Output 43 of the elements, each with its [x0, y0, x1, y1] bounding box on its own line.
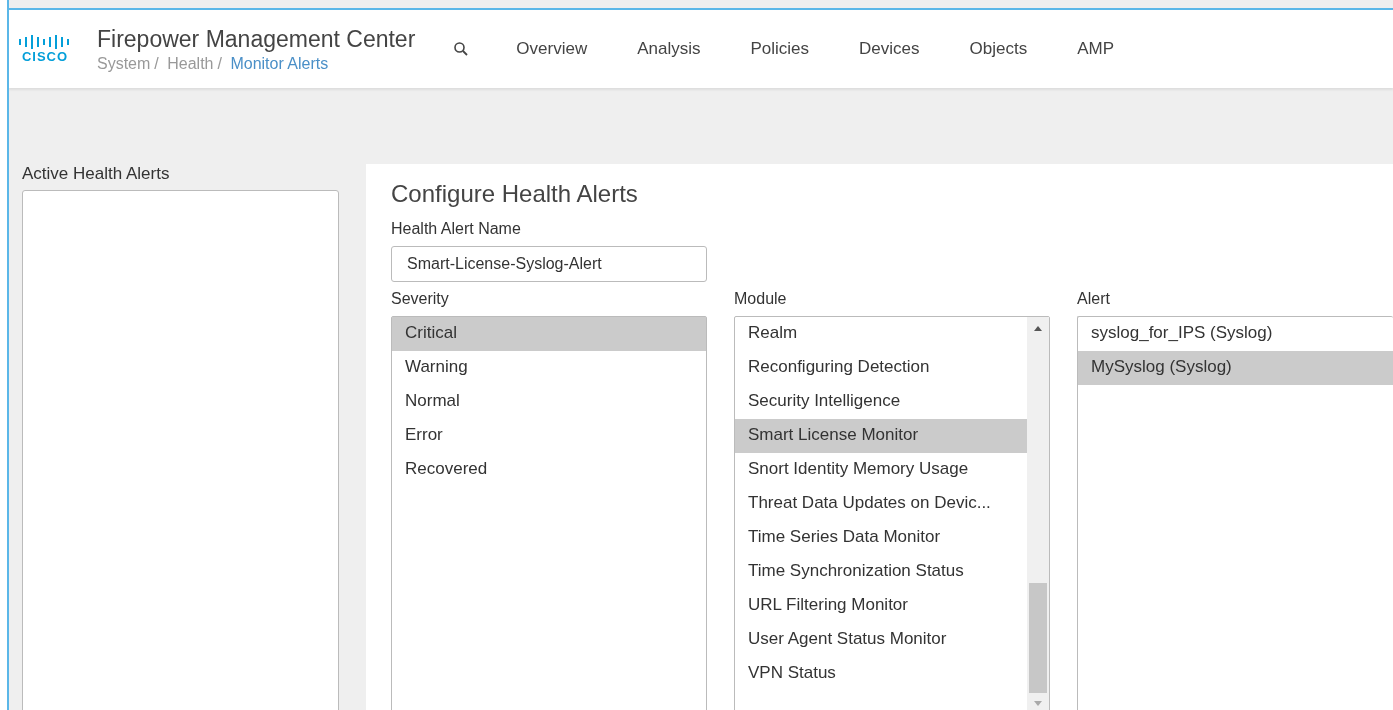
list-option[interactable]: Realm — [735, 317, 1027, 351]
list-option[interactable]: Threat Data Updates on Devic... — [735, 487, 1027, 521]
nav-tab[interactable]: Analysis — [612, 39, 726, 59]
list-option[interactable]: Snort Identity Memory Usage — [735, 453, 1027, 487]
alert-listbox[interactable]: syslog_for_IPS (Syslog) MySyslog (Syslog) — [1077, 316, 1393, 710]
up-arrow-icon[interactable] — [1033, 325, 1043, 331]
nav-tab[interactable]: Policies — [725, 39, 835, 59]
app-title: Firepower Management Center — [97, 25, 416, 53]
list-option[interactable]: Security Intelligence — [735, 385, 1027, 419]
breadcrumb-link[interactable]: Monitor Alerts — [230, 54, 329, 72]
nav-tab[interactable]: AMP — [1052, 39, 1140, 59]
breadcrumb-separator: / — [154, 54, 159, 72]
list-option[interactable]: Time Synchronization Status — [735, 555, 1027, 589]
list-option[interactable]: MySyslog (Syslog) — [1078, 351, 1393, 385]
list-option[interactable]: Time Series Data Monitor — [735, 521, 1027, 555]
scrollbar-thumb[interactable] — [1029, 583, 1047, 693]
panel-title: Active Health Alerts — [22, 164, 171, 185]
field-label: Health Alert Name — [391, 220, 522, 238]
list-option[interactable]: User Agent Status Monitor — [735, 623, 1027, 657]
panel-title: Configure Health Alerts — [391, 180, 639, 208]
severity-listbox[interactable]: Critical Warning Normal Error Recovered — [391, 316, 707, 710]
list-option[interactable]: Recovered — [392, 453, 706, 487]
nav-tab[interactable]: Overview — [491, 39, 613, 59]
field-label: Alert — [1077, 290, 1111, 308]
scrollbar[interactable] — [1027, 317, 1049, 710]
nav-tab[interactable]: Objects — [944, 39, 1053, 59]
module-listbox[interactable] — [734, 316, 1050, 710]
search-icon[interactable] — [453, 41, 470, 57]
list-option[interactable]: syslog_for_IPS (Syslog) — [1078, 317, 1393, 351]
name-input-field[interactable]: Smart-License-Syslog-Alert — [391, 246, 707, 282]
logo-text: CISCO — [21, 48, 69, 64]
list-option[interactable]: Reconfiguring Detection — [735, 351, 1027, 385]
field-label: Module — [734, 290, 788, 308]
list-option[interactable]: Warning — [392, 351, 706, 385]
list-option[interactable]: Critical — [392, 317, 706, 351]
list-option[interactable]: URL Filtering Monitor — [735, 589, 1027, 623]
breadcrumb-separator: / — [217, 54, 222, 72]
field-label: Severity — [391, 290, 450, 308]
list-option[interactable]: Error — [392, 419, 706, 453]
list-option[interactable]: Normal — [392, 385, 706, 419]
list-option[interactable]: Smart License Monitor — [735, 419, 1027, 453]
list-option[interactable]: VPN Status — [735, 657, 1027, 691]
nav-tab[interactable]: Devices — [834, 39, 945, 59]
